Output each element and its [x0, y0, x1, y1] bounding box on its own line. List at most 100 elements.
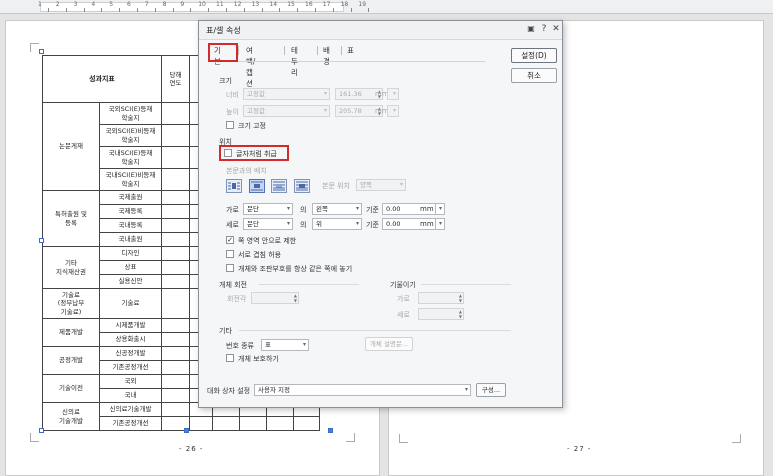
table-value-cell[interactable] [161, 388, 190, 403]
table-header-title[interactable]: 성과지표 [42, 55, 162, 103]
minimize-icon[interactable]: ▣ [525, 24, 537, 33]
rotation-angle-input[interactable]: ▲ ▼ [251, 292, 299, 304]
close-icon[interactable]: ✕ [550, 24, 562, 34]
tab-margin-caption[interactable]: 여백/캡션 [246, 45, 255, 89]
table-item-cell[interactable]: 상용화출시 [99, 332, 162, 347]
table-item-cell[interactable]: 국내출원 [99, 232, 162, 247]
horz-ref-select[interactable]: 문단 ▾ [243, 203, 293, 215]
table-value-cell[interactable] [161, 232, 190, 247]
dialog-titlebar[interactable]: 표/셀 속성 ▣ ? ✕ [199, 21, 562, 40]
table-item-cell[interactable]: 국내 [99, 388, 162, 403]
table-group-cell[interactable]: 신의료 기술개발 [42, 402, 100, 431]
table-header-cell[interactable]: 당해 연도 [161, 55, 190, 103]
allow-overlap-checkbox[interactable] [226, 250, 234, 258]
table-handle-bottom-left[interactable] [39, 428, 44, 433]
table-group-cell[interactable]: 기술료 (정부납부 기술료) [42, 288, 100, 319]
table-value-cell[interactable] [212, 416, 240, 431]
table-value-cell[interactable] [161, 332, 190, 347]
table-item-cell[interactable]: 국내SCI(E)비등재 학술지 [99, 168, 162, 191]
table-value-cell[interactable] [161, 346, 190, 361]
table-value-cell[interactable] [293, 416, 320, 431]
horizontal-ruler[interactable]: 1 2 3 4 5 6 7 8 9 10 11 12 13 14 15 16 17 18 19 [0, 0, 773, 14]
table-group-cell[interactable]: 기타 지식재산권 [42, 246, 100, 289]
table-group-cell[interactable]: 공정개발 [42, 346, 100, 375]
table-group-cell[interactable]: 논문게재 [42, 102, 100, 191]
table-handle-top-left[interactable] [39, 49, 44, 54]
table-value-cell[interactable] [161, 204, 190, 219]
table-handle-bottom-right[interactable] [328, 428, 333, 433]
number-type-select[interactable]: 표 ▾ [261, 339, 309, 351]
width-mode-select[interactable]: 고정값 ▾ [243, 88, 330, 100]
skew-horz-input[interactable]: ▲ ▼ [418, 292, 464, 304]
vert-align-select[interactable]: 위 ▾ [312, 218, 362, 230]
table-value-cell[interactable] [161, 402, 190, 417]
table-handle-left[interactable] [39, 238, 44, 243]
table-value-cell[interactable] [161, 274, 190, 289]
text-position-select[interactable]: 양쪽 ▾ [356, 179, 406, 191]
table-value-cell[interactable] [161, 218, 190, 233]
help-icon[interactable]: ? [538, 24, 550, 34]
table-item-cell[interactable]: 상표 [99, 260, 162, 275]
treat-as-char-checkbox[interactable] [224, 149, 232, 157]
tab-separator [284, 46, 285, 55]
table-item-cell[interactable]: 국내등록 [99, 218, 162, 233]
allow-overlap-label: 서로 겹침 허용 [238, 251, 282, 259]
skew-vert-input[interactable]: ▲ ▼ [418, 308, 464, 320]
table-group-cell[interactable]: 특허출원 및 등록 [42, 190, 100, 247]
table-value-cell[interactable] [161, 190, 190, 205]
table-value-cell[interactable] [161, 260, 190, 275]
horz-align-select[interactable]: 왼쪽 ▾ [312, 203, 362, 215]
tab-table[interactable]: 표 [347, 45, 354, 56]
table-item-cell[interactable]: 신의료기술개발 [99, 402, 162, 417]
table-value-cell[interactable] [161, 318, 190, 333]
limit-in-page-checkbox[interactable]: ✓ [226, 236, 234, 244]
table-item-cell[interactable]: 국외SCI(E)비등재 학술지 [99, 124, 162, 147]
table-item-cell[interactable]: 실용신안 [99, 274, 162, 289]
table-item-cell[interactable]: 국내SCI(E)등재 학술지 [99, 146, 162, 169]
table-item-cell[interactable]: 국외 [99, 374, 162, 389]
table-value-cell[interactable] [161, 102, 190, 125]
table-item-cell[interactable]: 기술료 [99, 288, 162, 319]
table-item-cell[interactable]: 국외SCI(E)등재 학술지 [99, 102, 162, 125]
table-value-cell[interactable] [239, 416, 267, 431]
table-value-cell[interactable] [161, 124, 190, 147]
protect-checkbox[interactable] [226, 354, 234, 362]
table-item-cell[interactable]: 국제등록 [99, 204, 162, 219]
table-group-cell[interactable]: 기술이전 [42, 374, 100, 403]
table-item-cell[interactable]: 국제출원 [99, 190, 162, 205]
table-value-cell[interactable] [161, 360, 190, 375]
height-mode-select[interactable]: 고정값 ▾ [243, 105, 330, 117]
height-unit-select[interactable]: ▾ [387, 105, 399, 117]
compose-button[interactable]: 구성... [476, 383, 506, 397]
ok-button[interactable]: 설정(D) [511, 48, 557, 63]
wrap-in-front-icon[interactable] [294, 179, 310, 193]
tab-background[interactable]: 배경 [323, 45, 330, 67]
dialog-setting-select[interactable]: 사용자 지정 ▾ [254, 384, 471, 396]
vert-ref-select[interactable]: 문단 ▾ [243, 218, 293, 230]
table-value-cell[interactable] [266, 416, 294, 431]
keep-with-anchor-checkbox[interactable] [226, 264, 234, 272]
table-value-cell[interactable] [161, 146, 190, 169]
object-description-button[interactable]: 개체 설명문... [365, 337, 413, 351]
cancel-button[interactable]: 취소 [511, 68, 557, 83]
table-value-cell[interactable] [161, 246, 190, 261]
wrap-top-bottom-icon[interactable] [249, 179, 265, 193]
table-group-cell[interactable]: 제품개발 [42, 318, 100, 347]
table-cell-properties-dialog[interactable]: 표/셀 속성 ▣ ? ✕ 기본 여백/캡션 테두리 배경 표 설정(D) 취소 … [198, 20, 563, 408]
table-item-cell[interactable]: 디자인 [99, 246, 162, 261]
fix-size-checkbox[interactable] [226, 121, 234, 129]
table-value-cell[interactable] [161, 168, 190, 191]
wrap-square-icon[interactable] [226, 179, 242, 193]
table-value-cell[interactable] [189, 416, 213, 431]
vert-unit-select[interactable]: ▾ [435, 218, 445, 230]
width-unit-select[interactable]: ▾ [387, 88, 399, 100]
wrap-behind-text-icon[interactable] [271, 179, 287, 193]
table-handle-bottom[interactable] [184, 428, 189, 433]
horz-unit-select[interactable]: ▾ [435, 203, 445, 215]
table-item-cell[interactable]: 신공정개발 [99, 346, 162, 361]
table-item-cell[interactable]: 시제품개발 [99, 318, 162, 333]
table-item-cell[interactable]: 기존공정개선 [99, 416, 162, 431]
table-value-cell[interactable] [161, 374, 190, 389]
table-item-cell[interactable]: 기존공정개선 [99, 360, 162, 375]
table-value-cell[interactable] [161, 288, 190, 319]
